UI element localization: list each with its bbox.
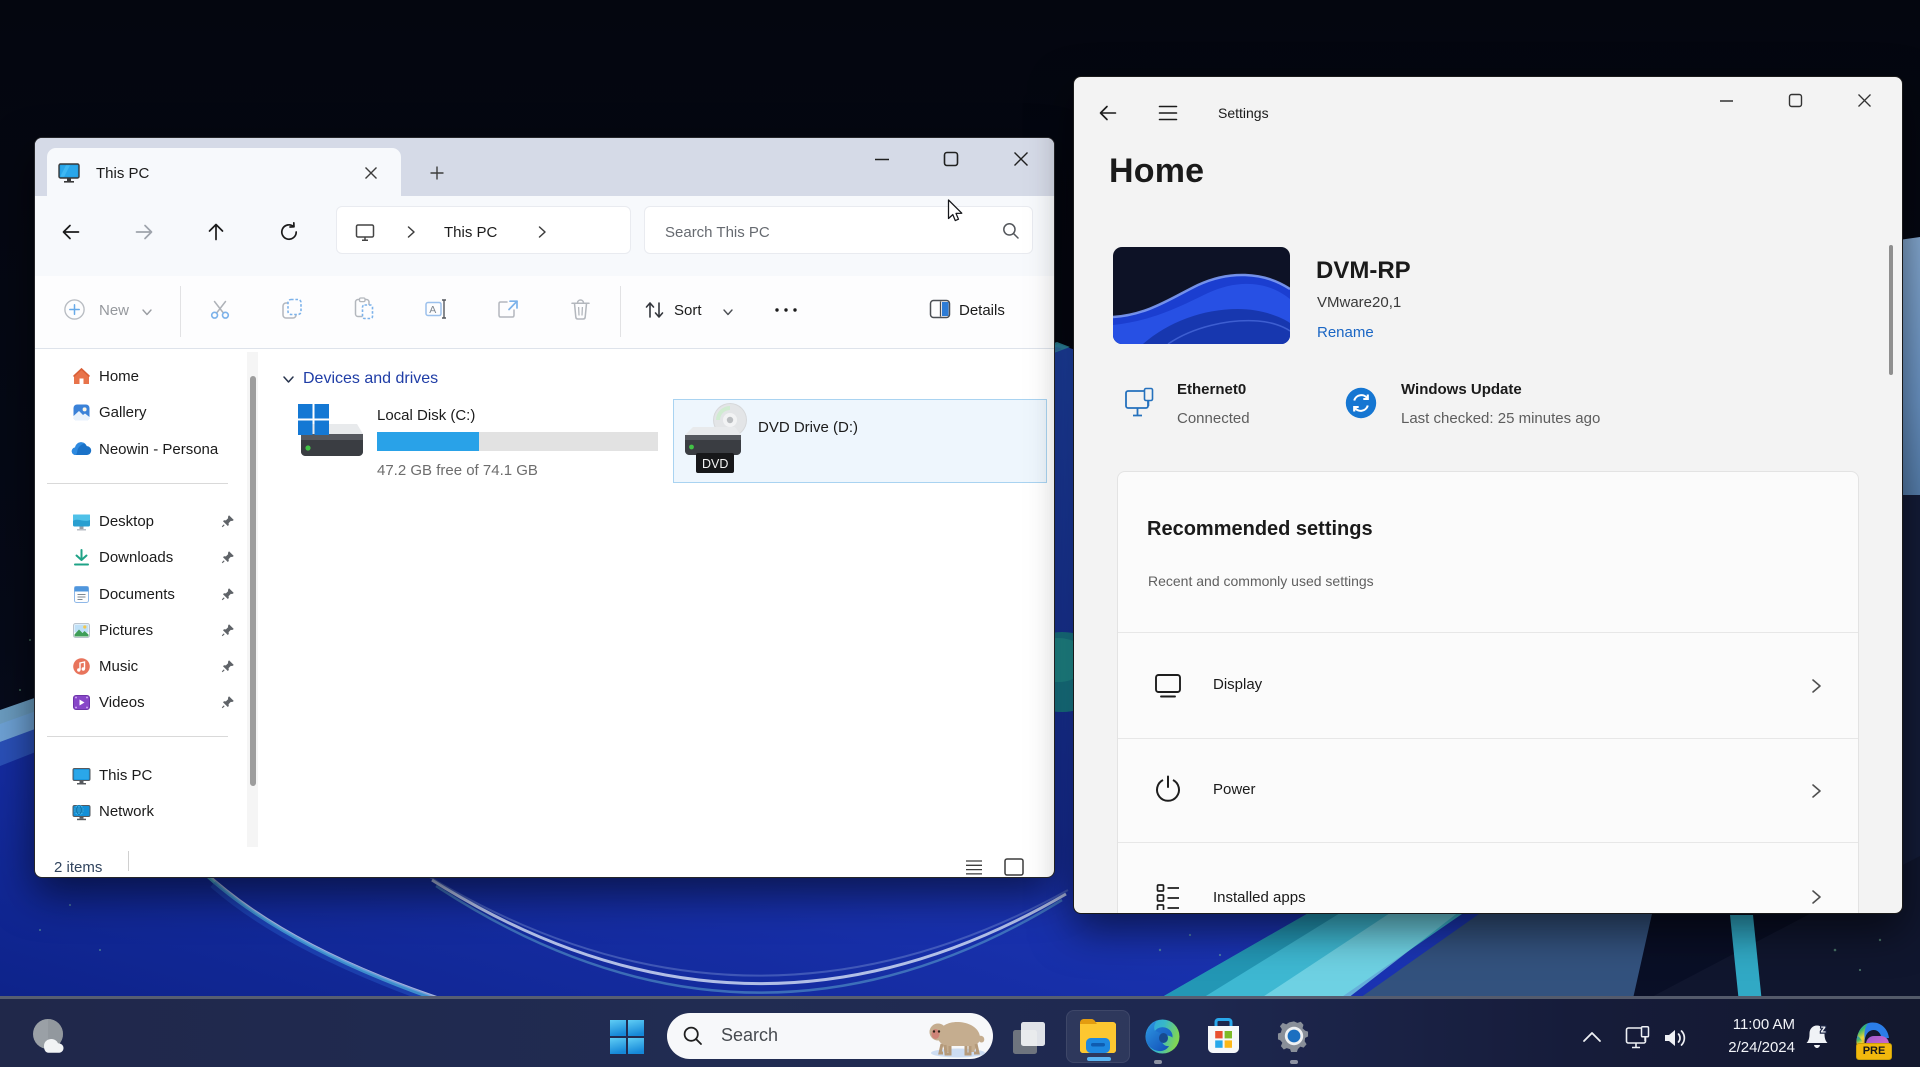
- svg-text:z: z: [1821, 1024, 1827, 1036]
- svg-text:DVD: DVD: [702, 457, 728, 471]
- svg-text:A: A: [429, 304, 436, 316]
